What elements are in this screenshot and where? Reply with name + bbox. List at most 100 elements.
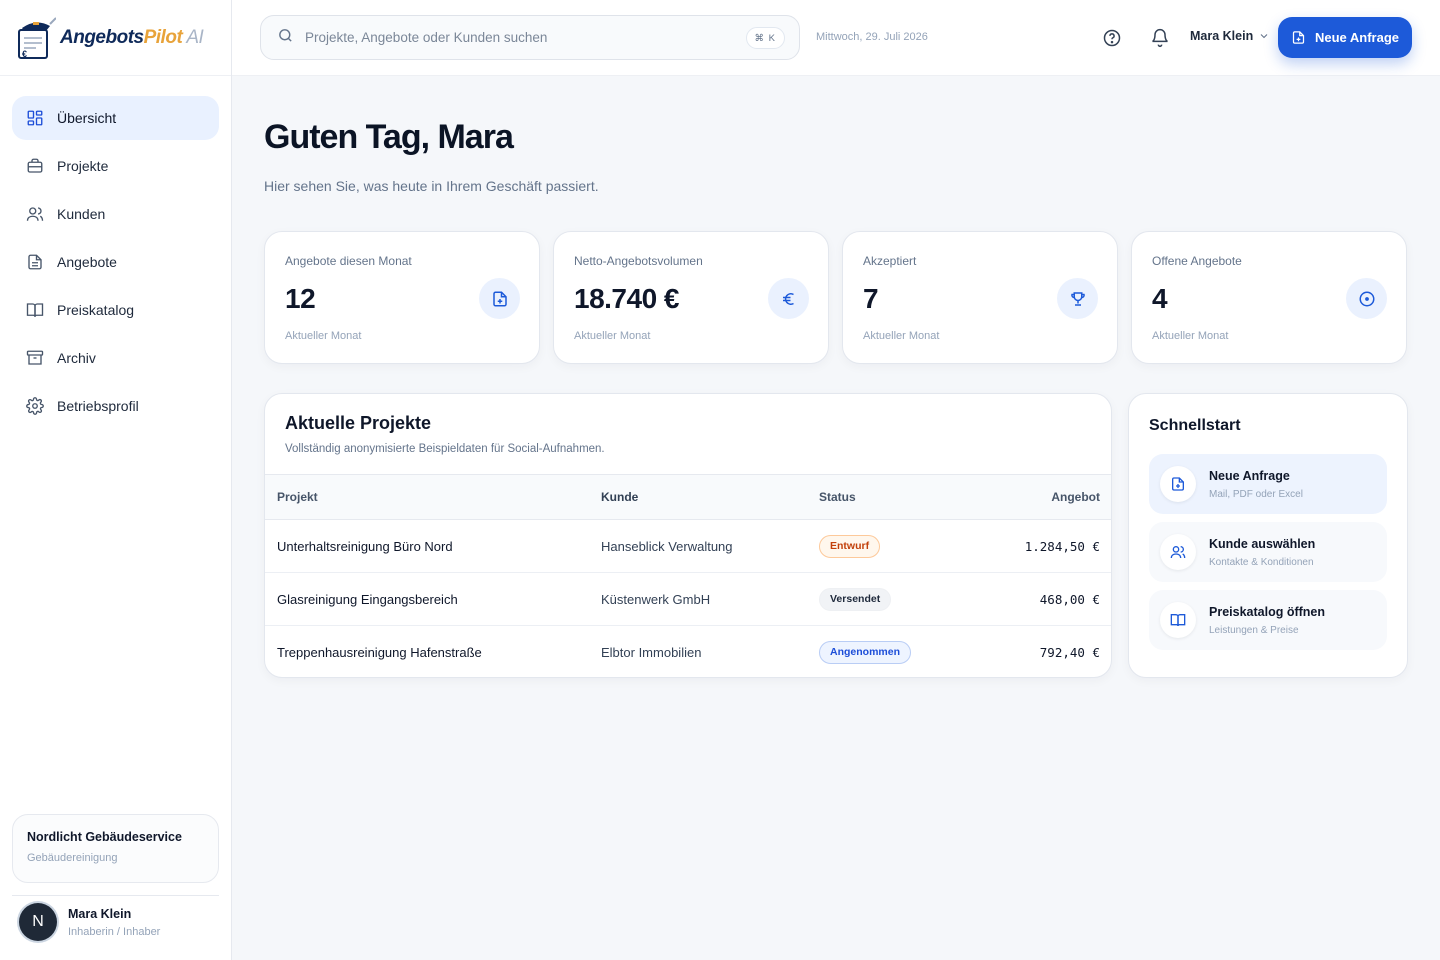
kpi-label: Akzeptiert bbox=[863, 254, 917, 268]
bell-icon[interactable] bbox=[1150, 28, 1170, 48]
sidebar-item-label: Übersicht bbox=[57, 110, 117, 126]
search-box[interactable]: ⌘ K bbox=[260, 15, 800, 60]
file-plus-icon bbox=[479, 278, 520, 319]
sidebar-nav: Übersicht Projekte Kunden Angebote Preis… bbox=[0, 76, 231, 428]
company-card[interactable]: Nordlicht Gebäudeservice Gebäudereinigun… bbox=[12, 814, 219, 883]
kpi-value: 12 bbox=[285, 283, 316, 314]
column-header-angebot[interactable]: Angebot bbox=[979, 474, 1111, 520]
document-icon bbox=[26, 253, 44, 271]
pilot-logo-icon: € bbox=[16, 16, 57, 60]
file-plus-icon bbox=[1292, 31, 1305, 44]
sidebar-item-label: Projekte bbox=[57, 158, 109, 174]
offer-amount: 1.284,50 € bbox=[979, 519, 1111, 573]
help-icon[interactable] bbox=[1102, 28, 1122, 48]
svg-text:€: € bbox=[22, 49, 27, 59]
page-subtitle: Hier sehen Sie, was heute in Ihrem Gesch… bbox=[264, 178, 599, 194]
kpi-label: Offene Angebote bbox=[1152, 254, 1242, 268]
kpi-caption: Aktueller Monat bbox=[863, 330, 940, 342]
topbar: ⌘ K Mittwoch, 29. Juli 2026 Mara Klein N… bbox=[232, 0, 1440, 76]
quickstart-card: Schnellstart Neue Anfrage Mail, PDF oder… bbox=[1128, 393, 1408, 678]
chevron-down-icon bbox=[1260, 34, 1268, 39]
customer-name: Küstenwerk GmbH bbox=[601, 572, 819, 626]
archive-icon bbox=[26, 349, 44, 367]
sidebar-item-label: Preiskatalog bbox=[57, 302, 135, 318]
page-title: Guten Tag, Mara bbox=[264, 118, 514, 156]
user-menu-name: Mara Klein bbox=[1190, 29, 1254, 43]
quickstart-subtitle: Kontakte & Konditionen bbox=[1209, 556, 1314, 568]
quickstart-title: Neue Anfrage bbox=[1209, 468, 1290, 483]
status-badge: Entwurf bbox=[819, 534, 881, 558]
project-name: Glasreinigung Eingangsbereich bbox=[265, 572, 601, 626]
section-title: Schnellstart bbox=[1149, 417, 1241, 434]
file-plus-icon bbox=[1160, 466, 1196, 502]
user-profile[interactable]: N Mara Klein Inhaberin / Inhaber bbox=[19, 903, 160, 941]
table-row[interactable]: Glasreinigung Eingangsbereich Küstenwerk… bbox=[265, 572, 1111, 626]
kpi-value: 4 bbox=[1152, 283, 1168, 314]
recent-projects-card: Aktuelle Projekte Vollständig anonymisie… bbox=[264, 393, 1112, 678]
euro-icon bbox=[768, 278, 809, 319]
kpi-label: Netto-Angebotsvolumen bbox=[574, 254, 703, 268]
book-icon bbox=[26, 301, 44, 319]
projects-table: Projekt Kunde Status Angebot Unterhaltsr… bbox=[265, 474, 1111, 678]
kpi-label: Angebote diesen Monat bbox=[285, 254, 412, 268]
sidebar-item-projekte[interactable]: Projekte bbox=[12, 144, 219, 188]
brand-logo[interactable]: € AngebotsPilot AI bbox=[0, 0, 231, 76]
quickstart-title: Kunde auswählen bbox=[1209, 536, 1316, 551]
status-badge: Angenommen bbox=[819, 640, 912, 664]
column-header-status[interactable]: Status bbox=[819, 474, 979, 520]
avatar: N bbox=[19, 903, 57, 941]
user-role: Inhaberin / Inhaber bbox=[68, 925, 161, 938]
kpi-caption: Aktueller Monat bbox=[285, 330, 362, 342]
new-request-button[interactable]: Neue Anfrage bbox=[1278, 17, 1412, 58]
column-header-projekt[interactable]: Projekt bbox=[265, 474, 601, 520]
kpi-caption: Aktueller Monat bbox=[574, 330, 651, 342]
shortcut-hint: ⌘ K bbox=[745, 27, 785, 49]
kpi-value: 7 bbox=[863, 283, 879, 314]
divider bbox=[12, 895, 219, 896]
sidebar-item-preiskatalog[interactable]: Preiskatalog bbox=[12, 288, 219, 332]
column-header-kunde[interactable]: Kunde bbox=[601, 474, 819, 520]
sidebar-item-uebersicht[interactable]: Übersicht bbox=[12, 96, 219, 140]
users-icon bbox=[1160, 534, 1196, 570]
table-header: Projekt Kunde Status Angebot bbox=[265, 474, 1111, 520]
offer-amount: 468,00 € bbox=[979, 572, 1111, 626]
table-row[interactable]: Unterhaltsreinigung Büro Nord Hanseblick… bbox=[265, 519, 1111, 573]
gear-icon bbox=[26, 397, 44, 415]
customer-name: Hanseblick Verwaltung bbox=[601, 519, 819, 573]
sidebar-item-angebote[interactable]: Angebote bbox=[12, 240, 219, 284]
user-menu[interactable]: Mara Klein bbox=[1190, 29, 1270, 43]
current-date: Mittwoch, 29. Juli 2026 bbox=[816, 31, 928, 43]
brand-name: AngebotsPilot AI bbox=[60, 26, 204, 48]
sidebar: € AngebotsPilot AI Übersicht Projekte Ku… bbox=[0, 0, 232, 960]
kpi-card-volume[interactable]: Netto-Angebotsvolumen 18.740 € Aktueller… bbox=[553, 231, 829, 364]
project-name: Unterhaltsreinigung Büro Nord bbox=[265, 519, 601, 573]
trophy-icon bbox=[1057, 278, 1098, 319]
search-input[interactable] bbox=[305, 30, 735, 45]
quickstart-new-request[interactable]: Neue Anfrage Mail, PDF oder Excel bbox=[1149, 454, 1387, 514]
project-name: Treppenhausreinigung Hafenstraße bbox=[277, 644, 482, 660]
clock-circle-icon bbox=[1346, 278, 1387, 319]
sidebar-item-kunden[interactable]: Kunden bbox=[12, 192, 219, 236]
search-icon bbox=[277, 27, 294, 49]
sidebar-item-label: Archiv bbox=[57, 350, 96, 366]
kpi-card-offers[interactable]: Angebote diesen Monat 12 Aktueller Monat bbox=[264, 231, 540, 364]
kpi-value: 18.740 € bbox=[574, 283, 680, 314]
users-icon bbox=[26, 205, 44, 223]
customer-name: Elbtor Immobilien bbox=[601, 644, 702, 660]
user-name: Mara Klein bbox=[68, 906, 132, 921]
quickstart-open-catalog[interactable]: Preiskatalog öffnen Leistungen & Preise bbox=[1149, 590, 1387, 650]
quickstart-title: Preiskatalog öffnen bbox=[1209, 604, 1325, 619]
kpi-card-accepted[interactable]: Akzeptiert 7 Aktueller Monat bbox=[842, 231, 1118, 364]
kpi-card-open[interactable]: Offene Angebote 4 Aktueller Monat bbox=[1131, 231, 1407, 364]
sidebar-item-label: Angebote bbox=[57, 254, 117, 270]
table-row[interactable]: Treppenhausreinigung Hafenstraße Elbtor … bbox=[265, 626, 1111, 678]
section-description: Vollständig anonymisierte Beispieldaten … bbox=[285, 443, 605, 455]
quickstart-subtitle: Mail, PDF oder Excel bbox=[1209, 488, 1303, 500]
offer-amount: 792,40 € bbox=[1039, 644, 1100, 660]
sidebar-item-label: Kunden bbox=[57, 206, 106, 222]
sidebar-item-betriebsprofil[interactable]: Betriebsprofil bbox=[12, 384, 219, 428]
briefcase-icon bbox=[26, 157, 44, 175]
quickstart-select-customer[interactable]: Kunde auswählen Kontakte & Konditionen bbox=[1149, 522, 1387, 582]
grid-icon bbox=[26, 109, 44, 127]
sidebar-item-archiv[interactable]: Archiv bbox=[12, 336, 219, 380]
